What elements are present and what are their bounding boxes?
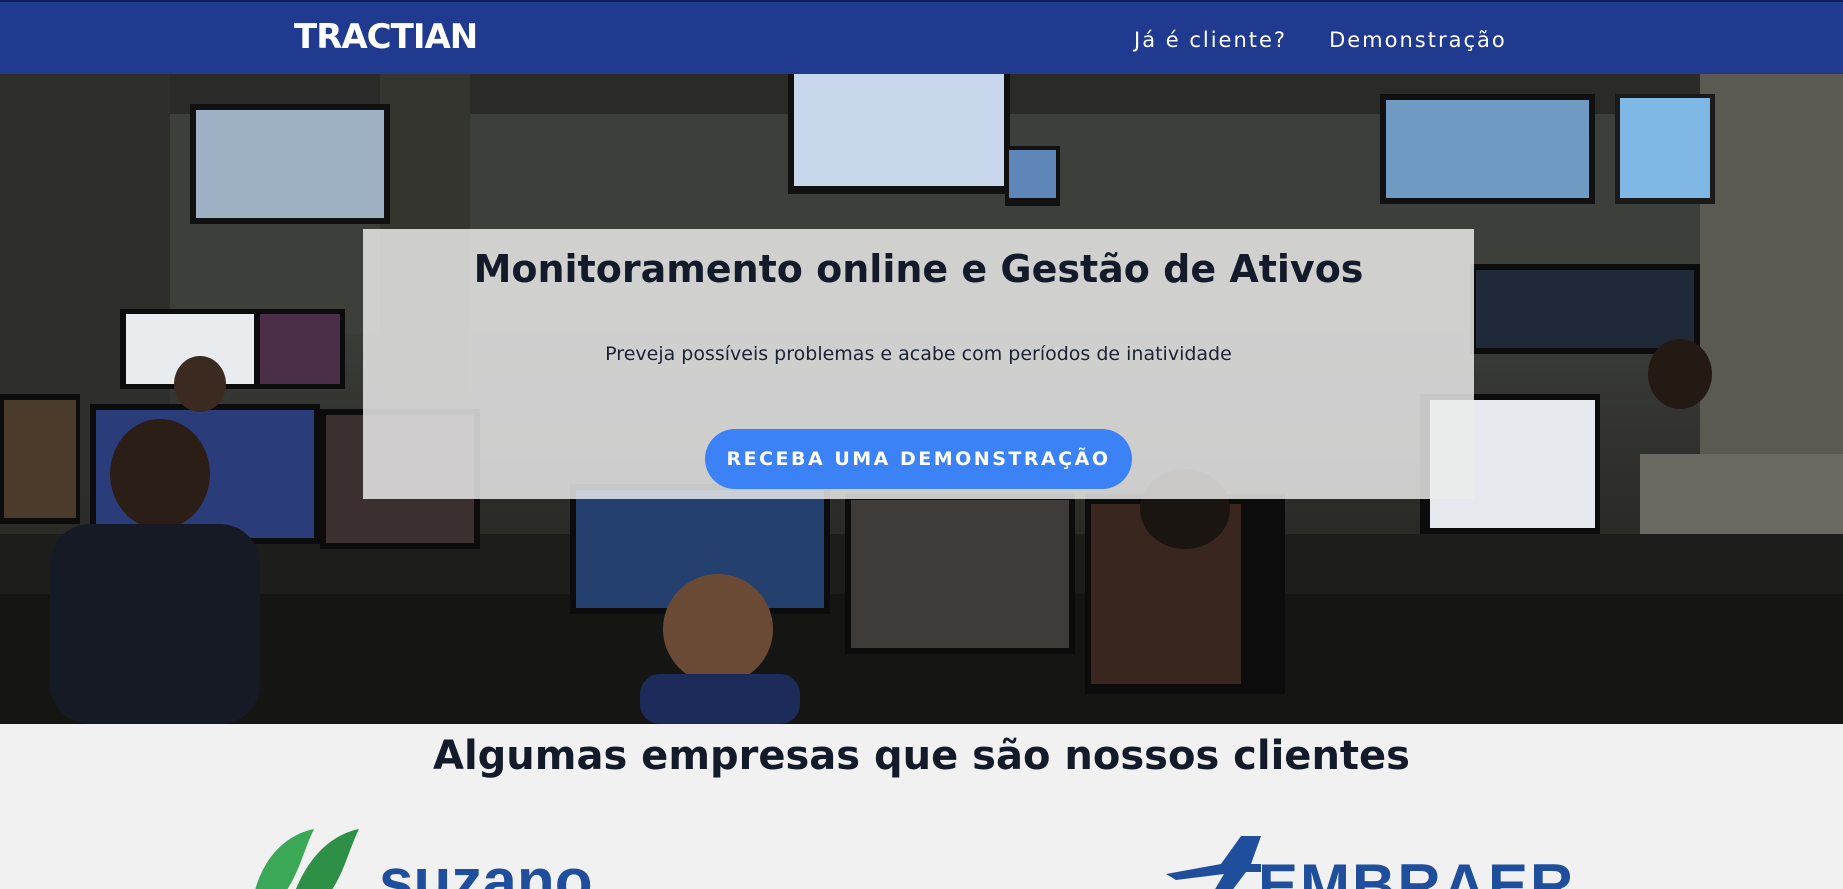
clients-title: Algumas empresas que são nossos clientes xyxy=(433,733,1410,779)
tractian-logo[interactable]: TRACTIAN xyxy=(294,20,478,54)
embraer-logo: EMBRAER xyxy=(1166,836,1575,889)
request-demo-button[interactable]: RECEBA UMA DEMONSTRAÇÃO xyxy=(705,429,1132,489)
top-navbar: TRACTIAN Já é cliente? Demonstração xyxy=(0,0,1843,74)
hero-card: Monitoramento online e Gestão de Ativos … xyxy=(363,229,1474,499)
suzano-logo-text: suzano xyxy=(379,847,593,889)
hero-subtitle: Preveja possíveis problemas e acabe com … xyxy=(605,343,1232,365)
nav-links: Já é cliente? Demonstração xyxy=(1134,26,1507,54)
clients-section: Algumas empresas que são nossos clientes… xyxy=(0,724,1843,889)
nav-link-existing-client[interactable]: Já é cliente? xyxy=(1134,26,1287,54)
hero-title: Monitoramento online e Gestão de Ativos xyxy=(473,247,1364,291)
embraer-logo-text: EMBRAER xyxy=(1258,852,1575,889)
nav-link-demo[interactable]: Demonstração xyxy=(1329,26,1507,54)
suzano-logo: suzano xyxy=(255,829,593,889)
hero-section: Monitoramento online e Gestão de Ativos … xyxy=(0,74,1843,724)
